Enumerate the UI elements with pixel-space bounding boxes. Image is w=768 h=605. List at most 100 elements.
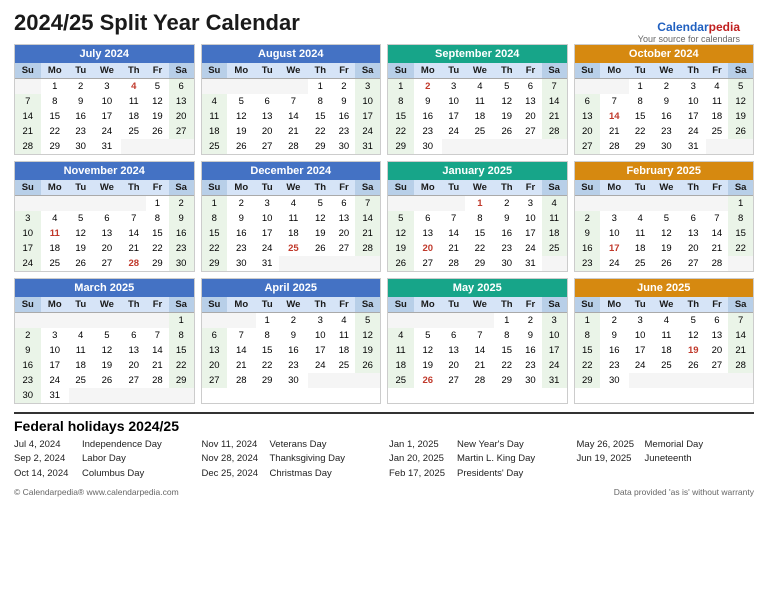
calendar-april-2025: April 2025SuMoTuWeThFrSa1234567891011121… xyxy=(201,278,382,404)
calendar-day: 9 xyxy=(69,94,92,109)
calendar-day: 26 xyxy=(355,358,380,373)
weekday-header: Th xyxy=(121,63,146,79)
calendar-day: 31 xyxy=(92,139,121,154)
holiday-date: Jun 19, 2025 xyxy=(577,452,645,466)
calendar-day: 6 xyxy=(519,79,542,95)
calendar-day xyxy=(69,313,92,329)
weekday-header: Th xyxy=(494,297,519,313)
calendar-day: 30 xyxy=(169,256,194,271)
calendar-day: 7 xyxy=(600,94,628,109)
calendar-day: 20 xyxy=(333,226,356,241)
holiday-name: Christmas Day xyxy=(270,468,332,479)
weekday-header: We xyxy=(92,63,121,79)
calendar-day: 27 xyxy=(202,373,228,388)
brand-cal: Calendar xyxy=(657,20,708,34)
calendar-day xyxy=(629,373,652,388)
weekday-header: Mo xyxy=(227,63,255,79)
month-header: October 2024 xyxy=(575,45,754,63)
calendar-day: 7 xyxy=(465,328,494,343)
calendar-day: 14 xyxy=(146,343,169,358)
calendar-day: 17 xyxy=(442,109,465,124)
calendar-day: 20 xyxy=(169,109,194,124)
calendar-day: 6 xyxy=(706,313,729,329)
calendar-day: 12 xyxy=(146,94,169,109)
holiday-date: May 26, 2025 xyxy=(577,438,645,452)
calendar-day: 2 xyxy=(652,79,681,95)
calendar-day: 27 xyxy=(519,124,542,139)
calendar-day: 23 xyxy=(600,358,628,373)
weekday-header: Sa xyxy=(169,63,194,79)
calendar-day: 10 xyxy=(600,226,628,241)
calendar-day: 8 xyxy=(202,211,228,226)
weekday-header: We xyxy=(652,297,681,313)
calendar-day: 5 xyxy=(414,328,442,343)
calendar-day: 8 xyxy=(308,94,333,109)
calendar-day: 10 xyxy=(542,328,567,343)
calendar-day: 26 xyxy=(681,358,706,373)
weekday-header: We xyxy=(92,180,121,196)
calendar-day: 29 xyxy=(308,139,333,154)
calendar-day xyxy=(414,196,442,212)
calendar-day: 9 xyxy=(414,94,442,109)
calendar-day: 27 xyxy=(442,373,465,388)
calendar-day: 30 xyxy=(333,139,356,154)
calendar-day: 17 xyxy=(600,241,628,256)
calendar-day: 17 xyxy=(519,226,542,241)
calendar-day: 13 xyxy=(169,94,194,109)
calendar-day: 24 xyxy=(629,358,652,373)
footer-left: © Calendarpedia® www.calendarpedia.com xyxy=(14,487,179,497)
calendar-day: 11 xyxy=(542,211,567,226)
calendar-day: 5 xyxy=(69,211,92,226)
weekday-header: Mo xyxy=(41,297,69,313)
weekday-header: Fr xyxy=(333,180,356,196)
calendar-day: 29 xyxy=(256,373,279,388)
calendar-day: 30 xyxy=(414,139,442,154)
calendar-day: 4 xyxy=(542,196,567,212)
calendar-day: 10 xyxy=(519,211,542,226)
calendar-day: 16 xyxy=(15,358,41,373)
calendar-day: 10 xyxy=(355,94,380,109)
calendar-day: 27 xyxy=(121,373,146,388)
holiday-date: Jan 1, 2025 xyxy=(389,438,457,452)
calendar-day: 3 xyxy=(92,79,121,95)
calendar-day: 20 xyxy=(706,343,729,358)
calendar-day: 14 xyxy=(728,328,753,343)
weekday-header: Sa xyxy=(728,297,753,313)
calendar-day: 22 xyxy=(146,241,169,256)
calendar-day: 4 xyxy=(629,211,652,226)
calendar-day: 25 xyxy=(706,124,729,139)
calendar-day: 24 xyxy=(41,373,69,388)
calendar-day xyxy=(442,313,465,329)
calendar-day xyxy=(652,373,681,388)
calendar-day: 31 xyxy=(519,256,542,271)
calendar-day: 21 xyxy=(121,241,146,256)
weekday-header: Su xyxy=(388,297,414,313)
calendar-day: 16 xyxy=(652,109,681,124)
footer-right: Data provided 'as is' without warranty xyxy=(614,487,754,497)
calendar-day: 21 xyxy=(355,226,380,241)
calendar-day: 14 xyxy=(227,343,255,358)
calendar-day: 23 xyxy=(15,373,41,388)
calendar-day xyxy=(575,196,601,212)
calendar-day: 23 xyxy=(414,124,442,139)
weekday-header: Tu xyxy=(69,297,92,313)
weekday-header: Tu xyxy=(629,63,652,79)
calendar-day: 17 xyxy=(629,343,652,358)
calendar-day xyxy=(519,139,542,154)
calendar-day: 5 xyxy=(308,196,333,212)
calendar-day: 19 xyxy=(92,358,121,373)
calendar-day: 8 xyxy=(256,328,279,343)
calendar-day: 25 xyxy=(41,256,69,271)
calendar-day xyxy=(202,79,228,95)
calendar-december-2024: December 2024SuMoTuWeThFrSa1234567891011… xyxy=(201,161,382,272)
calendar-day: 14 xyxy=(442,226,465,241)
calendar-day: 5 xyxy=(681,313,706,329)
calendar-day: 3 xyxy=(308,313,333,329)
calendar-day xyxy=(442,139,465,154)
calendar-day xyxy=(600,196,628,212)
weekday-header: We xyxy=(279,180,308,196)
weekday-header: Su xyxy=(388,180,414,196)
calendar-day: 1 xyxy=(308,79,333,95)
calendar-day xyxy=(121,196,146,212)
weekday-header: Th xyxy=(308,180,333,196)
